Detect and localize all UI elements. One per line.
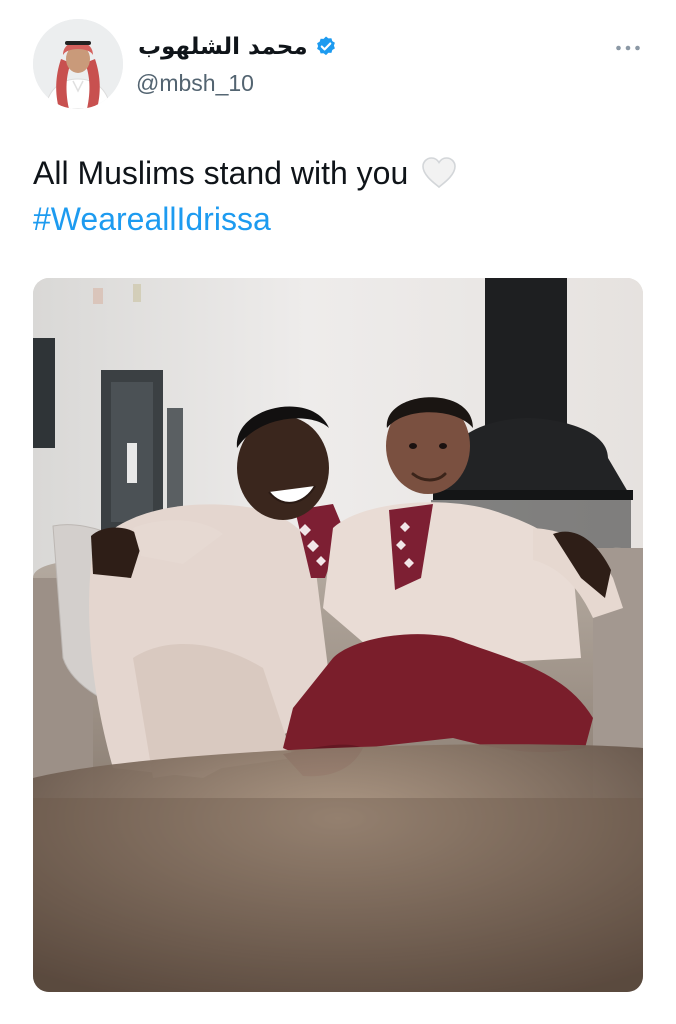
tweet-photo[interactable] bbox=[33, 278, 643, 992]
author-name-row[interactable]: محمد الشلهوب bbox=[138, 32, 338, 62]
white-heart-icon bbox=[420, 156, 458, 190]
more-options-icon bbox=[615, 39, 641, 57]
verified-badge-icon bbox=[314, 35, 338, 59]
tweet-body: All Muslims stand with you bbox=[33, 155, 409, 191]
more-options-button[interactable] bbox=[610, 34, 646, 62]
hashtag-link[interactable]: #WeareallIdrissa bbox=[33, 201, 271, 237]
avatar[interactable] bbox=[33, 19, 123, 109]
author-handle[interactable]: @mbsh_10 bbox=[136, 68, 254, 98]
author-display-name[interactable]: محمد الشلهوب bbox=[138, 32, 308, 62]
tweet-text: All Muslims stand with you #WeareallIdri… bbox=[33, 150, 643, 242]
tweet-card: محمد الشلهوب @mbsh_10 All Muslims stand … bbox=[0, 0, 676, 1024]
